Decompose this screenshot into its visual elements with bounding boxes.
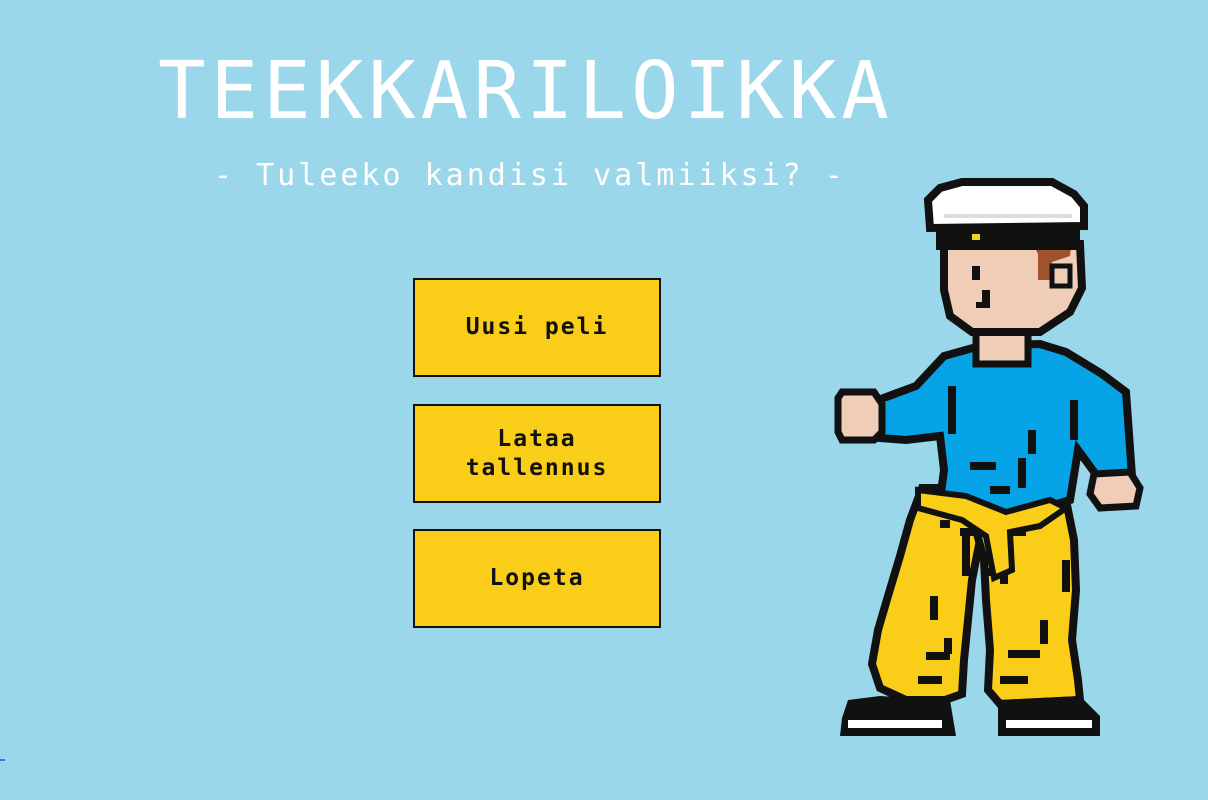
nose-mouth	[982, 290, 990, 304]
left-shoe	[840, 696, 956, 736]
right-shoe	[998, 696, 1100, 736]
quit-label: Lopeta	[489, 565, 585, 591]
new-game-button[interactable]: Uusi peli	[413, 278, 661, 377]
cap-top	[923, 178, 1088, 233]
right-hand	[1086, 468, 1144, 512]
game-title: TEEKKARILOIKKA	[158, 45, 894, 137]
left-shoe-sole	[848, 720, 942, 728]
teekkari-character-icon	[834, 178, 1144, 736]
game-subtitle: - Tuleeko kandisi valmiiksi? -	[214, 158, 846, 193]
left-fist	[834, 388, 886, 444]
ear	[1049, 263, 1073, 289]
load-save-label: Lataa tallennus	[465, 425, 609, 481]
cap-badge	[972, 234, 980, 240]
main-menu-screen: TEEKKARILOIKKA - Tuleeko kandisi valmiik…	[0, 0, 1208, 800]
cap-crease	[944, 214, 1072, 218]
eye	[972, 266, 980, 280]
right-shoe-sole	[1006, 720, 1092, 728]
new-game-label: Uusi peli	[465, 314, 609, 340]
mouth	[976, 302, 990, 308]
corner-marker	[0, 759, 5, 761]
load-save-button[interactable]: Lataa tallennus	[413, 404, 661, 503]
quit-button[interactable]: Lopeta	[413, 529, 661, 628]
